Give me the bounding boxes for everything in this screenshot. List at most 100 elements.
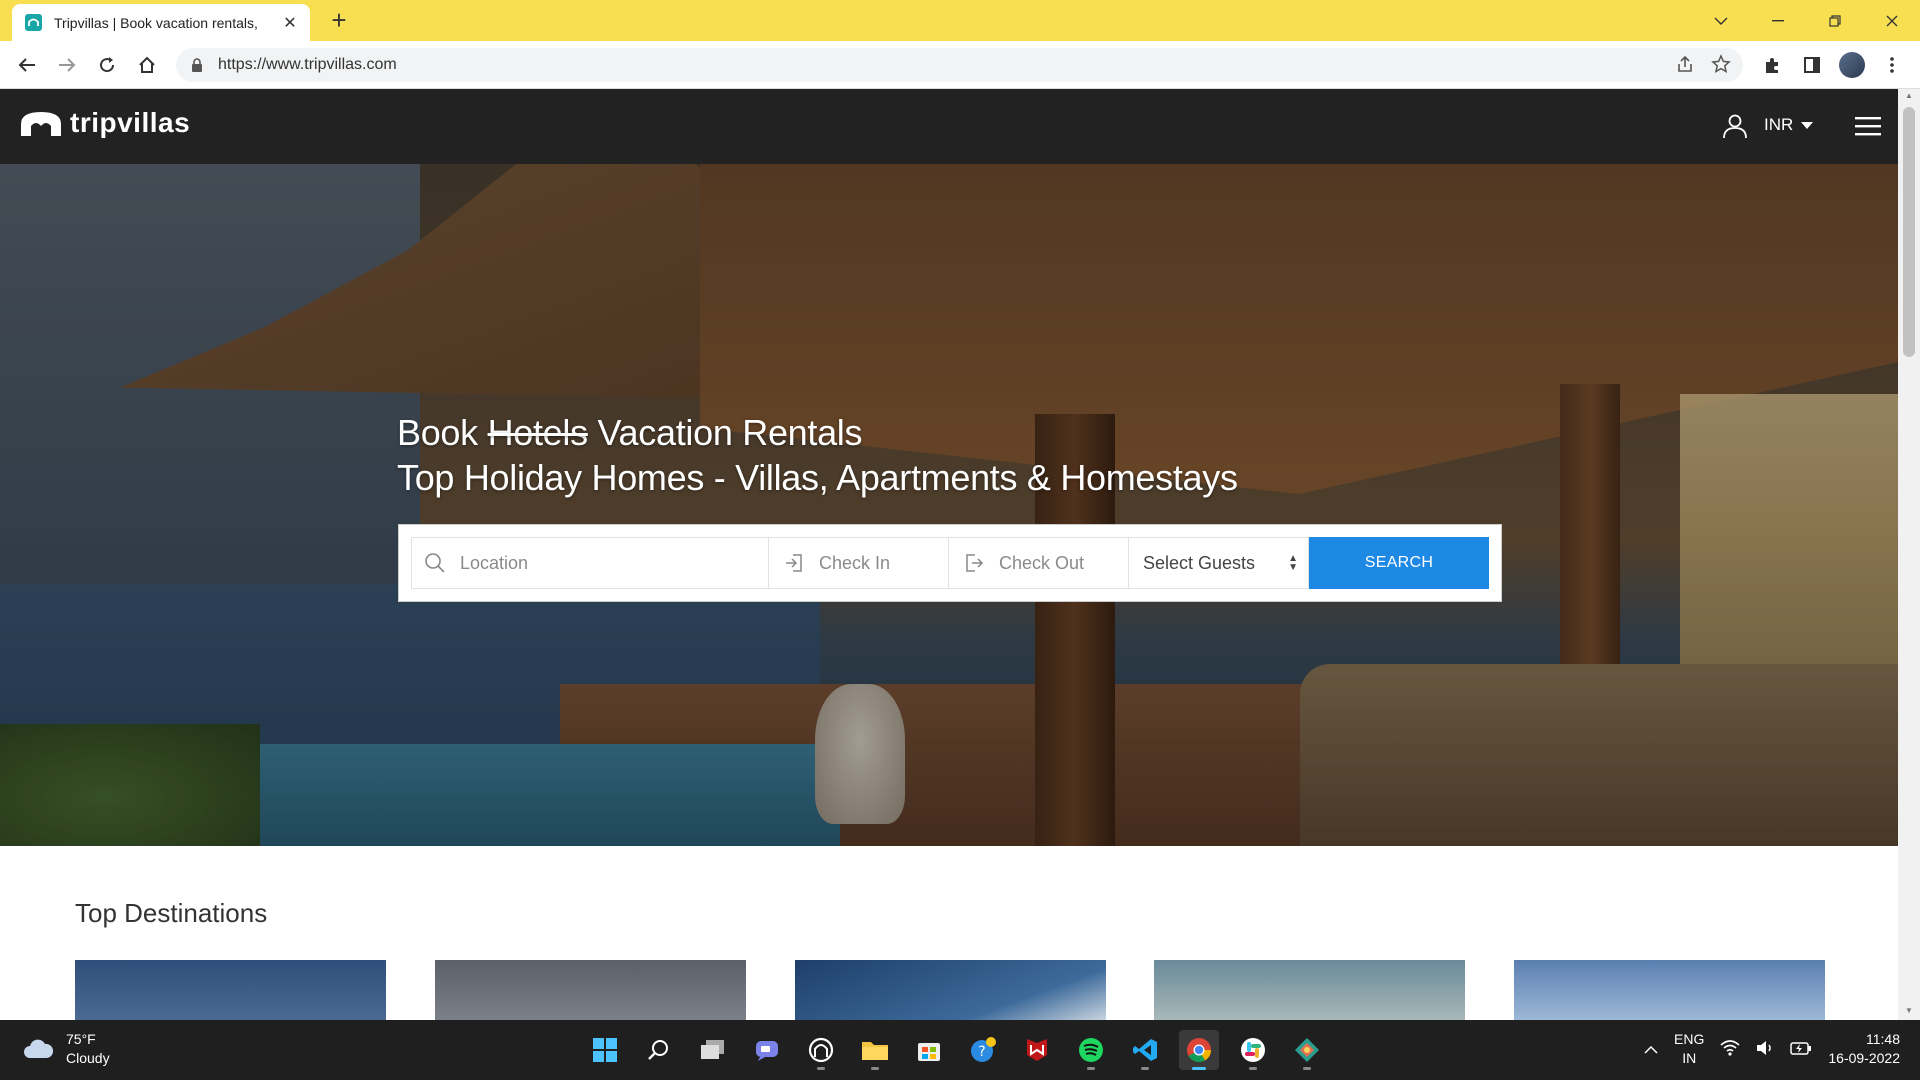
weather-widget[interactable]: 75°F Cloudy xyxy=(22,1030,110,1068)
hamburger-menu-icon[interactable] xyxy=(1855,116,1881,136)
extensions-puzzle-icon[interactable] xyxy=(1757,50,1787,80)
close-window-button[interactable] xyxy=(1863,0,1920,41)
hero-title-book: Book xyxy=(397,412,478,453)
start-windows-icon[interactable] xyxy=(585,1030,625,1070)
checkin-input[interactable]: Check In xyxy=(769,537,949,589)
logo-text: tripvillas xyxy=(70,107,191,138)
taskbar-search-icon[interactable] xyxy=(639,1030,679,1070)
window-controls xyxy=(1692,0,1920,41)
search-form: Location Check In Check Out Select Guest… xyxy=(398,524,1502,602)
currency-selector[interactable]: INR xyxy=(1764,115,1814,135)
caret-down-icon xyxy=(1801,121,1814,129)
scroll-up-arrow-icon[interactable]: ▲ xyxy=(1903,91,1915,103)
slack-icon[interactable] xyxy=(1233,1030,1273,1070)
windows-taskbar: 75°F Cloudy ? ENG IN 11:48 16-09-2022 xyxy=(0,1020,1920,1080)
hero-subtitle: Top Holiday Homes - Villas, Apartments &… xyxy=(397,457,1238,498)
url-text[interactable]: https://www.tripvillas.com xyxy=(218,56,397,74)
checkout-input[interactable]: Check Out xyxy=(949,537,1129,589)
wifi-icon[interactable] xyxy=(1720,1039,1740,1059)
destination-card[interactable] xyxy=(1514,960,1825,1020)
show-hidden-icons-chevron-icon[interactable] xyxy=(1644,1041,1658,1057)
hero-overlay xyxy=(0,164,1898,846)
destination-card[interactable] xyxy=(75,960,386,1020)
bookmark-star-icon[interactable] xyxy=(1711,54,1731,79)
battery-charging-icon[interactable] xyxy=(1790,1040,1812,1059)
select-arrows-icon: ▲ ▼ xyxy=(1288,553,1298,573)
hero-heading: Book Hotels Vacation Rentals Top Holiday… xyxy=(397,410,1238,500)
spotify-icon[interactable] xyxy=(1071,1030,1111,1070)
git-kraken-icon[interactable] xyxy=(1287,1030,1327,1070)
browser-menu-kebab-icon[interactable] xyxy=(1877,50,1907,80)
get-help-icon[interactable]: ? xyxy=(963,1030,1003,1070)
forward-arrow-icon[interactable] xyxy=(52,50,82,80)
hero-banner: Book Hotels Vacation Rentals Top Holiday… xyxy=(0,164,1898,846)
guests-select-value: Select Guests xyxy=(1143,552,1256,573)
vscode-icon[interactable] xyxy=(1125,1030,1165,1070)
user-account-icon[interactable] xyxy=(1722,113,1748,139)
search-icon xyxy=(425,553,445,573)
taskbar-apps: ? xyxy=(585,1030,1327,1070)
clock-time: 11:48 xyxy=(1866,1031,1900,1047)
file-explorer-icon[interactable] xyxy=(855,1030,895,1070)
volume-icon[interactable] xyxy=(1756,1040,1774,1059)
weather-temp: 75°F xyxy=(66,1031,96,1047)
tab-search-chevron-icon[interactable] xyxy=(1692,0,1749,41)
share-icon[interactable] xyxy=(1675,54,1695,79)
avatar xyxy=(1839,52,1865,78)
profile-avatar[interactable] xyxy=(1837,50,1867,80)
task-view-icon[interactable] xyxy=(693,1030,733,1070)
browser-toolbar: https://www.tripvillas.com xyxy=(0,41,1920,89)
top-destinations-heading: Top Destinations xyxy=(75,898,268,928)
search-button[interactable]: SEARCH xyxy=(1309,537,1489,589)
restore-button[interactable] xyxy=(1806,0,1863,41)
reload-icon[interactable] xyxy=(92,50,122,80)
mcafee-icon[interactable] xyxy=(1017,1030,1057,1070)
input-language[interactable]: ENG IN xyxy=(1674,1030,1704,1068)
tripvillas-logo[interactable]: tripvillas xyxy=(18,107,190,139)
tripvillas-favicon-icon xyxy=(25,14,42,31)
side-panel-icon[interactable] xyxy=(1797,50,1827,80)
teams-chat-icon[interactable] xyxy=(747,1030,787,1070)
back-arrow-icon[interactable] xyxy=(12,50,42,80)
destination-card[interactable] xyxy=(1154,960,1465,1020)
destination-card[interactable] xyxy=(435,960,746,1020)
clock[interactable]: 11:48 16-09-2022 xyxy=(1828,1030,1900,1068)
site-header: tripvillas INR xyxy=(0,89,1898,164)
destination-card[interactable] xyxy=(795,960,1106,1020)
lang-top: ENG xyxy=(1674,1031,1705,1047)
checkin-placeholder: Check In xyxy=(819,552,891,573)
hero-title-strikethrough: Hotels xyxy=(487,412,589,453)
chrome-icon[interactable] xyxy=(1179,1030,1219,1070)
close-tab-icon[interactable]: ✕ xyxy=(280,13,300,33)
location-placeholder: Location xyxy=(460,552,529,573)
browser-tab[interactable]: Tripvillas | Book vacation rentals, ✕ xyxy=(12,4,310,41)
scrollbar-thumb[interactable] xyxy=(1903,107,1915,357)
lang-bottom: IN xyxy=(1682,1050,1697,1066)
running-indicator xyxy=(1141,1067,1149,1070)
weather-desc: Cloudy xyxy=(66,1050,110,1066)
hero-title-rest: Vacation Rentals xyxy=(597,412,863,453)
home-icon[interactable] xyxy=(132,50,162,80)
running-indicator xyxy=(871,1067,879,1070)
new-tab-button[interactable]: + xyxy=(325,6,353,34)
address-bar[interactable]: https://www.tripvillas.com xyxy=(176,48,1743,82)
minimize-button[interactable] xyxy=(1749,0,1806,41)
microsoft-store-icon[interactable] xyxy=(909,1030,949,1070)
svg-text:?: ? xyxy=(978,1044,985,1060)
checkout-placeholder: Check Out xyxy=(999,552,1085,573)
github-desktop-icon[interactable] xyxy=(801,1030,841,1070)
guests-select[interactable]: Select Guests ▲ ▼ xyxy=(1129,537,1309,589)
check-out-icon xyxy=(966,554,984,572)
running-indicator xyxy=(817,1067,825,1070)
running-indicator xyxy=(1192,1067,1206,1070)
tab-title: Tripvillas | Book vacation rentals, xyxy=(54,14,258,31)
lock-icon[interactable] xyxy=(190,58,204,72)
clock-date: 16-09-2022 xyxy=(1828,1050,1900,1066)
scroll-down-arrow-icon[interactable]: ▼ xyxy=(1903,1006,1915,1018)
running-indicator xyxy=(1249,1067,1257,1070)
page-scrollbar[interactable]: ▲ ▼ xyxy=(1898,89,1920,1020)
running-indicator xyxy=(1303,1067,1311,1070)
location-input[interactable]: Location xyxy=(411,537,769,589)
hero-title-line: Book Hotels Vacation Rentals xyxy=(397,410,1238,455)
cloud-icon xyxy=(24,1039,54,1058)
